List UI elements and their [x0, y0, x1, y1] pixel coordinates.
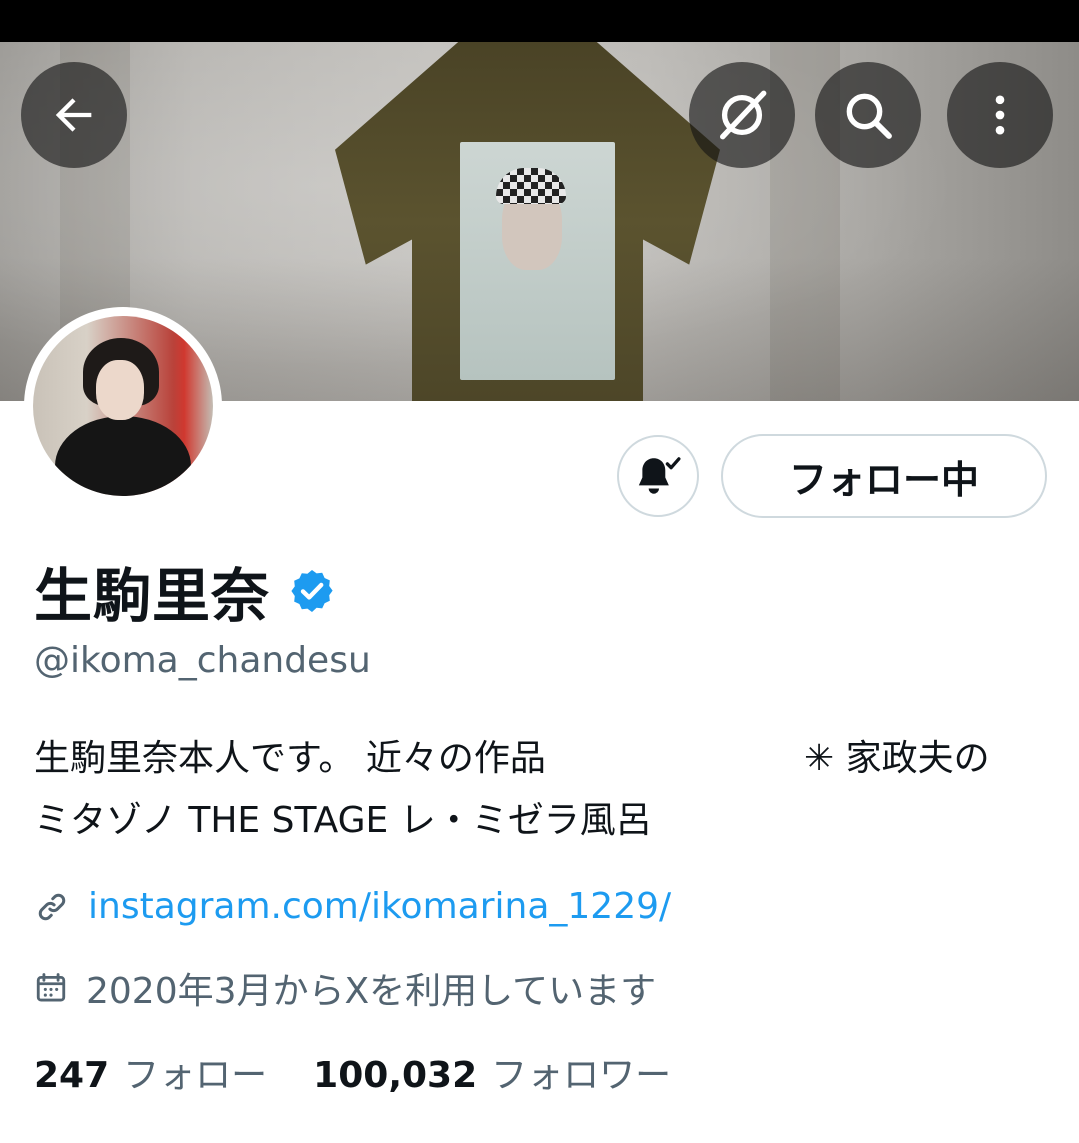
profile-name-row: 生駒里奈 [34, 556, 336, 630]
following-label: フォロー [123, 1055, 268, 1096]
avatar-body [55, 416, 191, 496]
status-bar [0, 0, 1079, 42]
following-count: 247 [34, 1055, 110, 1096]
following-button-label: フォロー中 [788, 457, 979, 502]
profile-bio: 生駒里奈本人です。 近々の作品 ✳ 家政夫の ミタゾノ THE STAGE レ・… [34, 728, 1044, 852]
back-button[interactable] [21, 62, 127, 168]
join-date-text: 2020年3月からXを利用しています [86, 971, 657, 1012]
profile-join-date: 2020年3月からXを利用しています [34, 962, 656, 1014]
arrow-left-icon [55, 98, 92, 132]
banner-shirt-print [460, 142, 615, 380]
calendar-icon [36, 973, 66, 1002]
avatar[interactable] [24, 307, 222, 505]
more-options-button[interactable] [947, 62, 1053, 168]
profile-stats: 247 フォロー 100,032 フォロワー [34, 1046, 671, 1098]
banner-print-hat [496, 168, 566, 204]
search-icon [846, 93, 892, 139]
bio-text: 生駒里奈本人です。 近々の作品 [34, 738, 546, 779]
search-button[interactable] [815, 62, 921, 168]
followers-count: 100,032 [313, 1055, 478, 1096]
bell-subscribed-icon [638, 457, 681, 494]
followers-label: フォロワー [491, 1055, 672, 1096]
avatar-face [96, 360, 144, 420]
followers-stat[interactable]: 100,032 フォロワー [313, 1046, 671, 1098]
avatar-image [33, 316, 213, 496]
link-icon [38, 893, 66, 920]
verified-badge-icon[interactable] [288, 567, 336, 615]
display-name: 生駒里奈 [34, 562, 271, 630]
following-stat[interactable]: 247 フォロー [34, 1046, 267, 1098]
bio-line: 生駒里奈本人です。 近々の作品 ✳ 家政夫の [34, 728, 1044, 790]
grok-icon [720, 90, 767, 140]
bio-text: ミタゾノ THE STAGE レ・ミゼラ風呂 [34, 800, 652, 841]
profile-website: instagram.com/ikomarina_1229/ [34, 886, 671, 927]
following-button[interactable]: フォロー中 [721, 434, 1047, 518]
website-link[interactable]: instagram.com/ikomarina_1229/ [88, 886, 671, 927]
grok-button[interactable] [689, 62, 795, 168]
bio-line: ミタゾノ THE STAGE レ・ミゼラ風呂 [34, 790, 1044, 852]
bio-text: ✳ 家政夫の [804, 738, 990, 779]
username-handle: @ikoma_chandesu [34, 640, 371, 681]
more-vertical-icon [995, 95, 1005, 135]
notifications-button[interactable] [617, 435, 699, 517]
